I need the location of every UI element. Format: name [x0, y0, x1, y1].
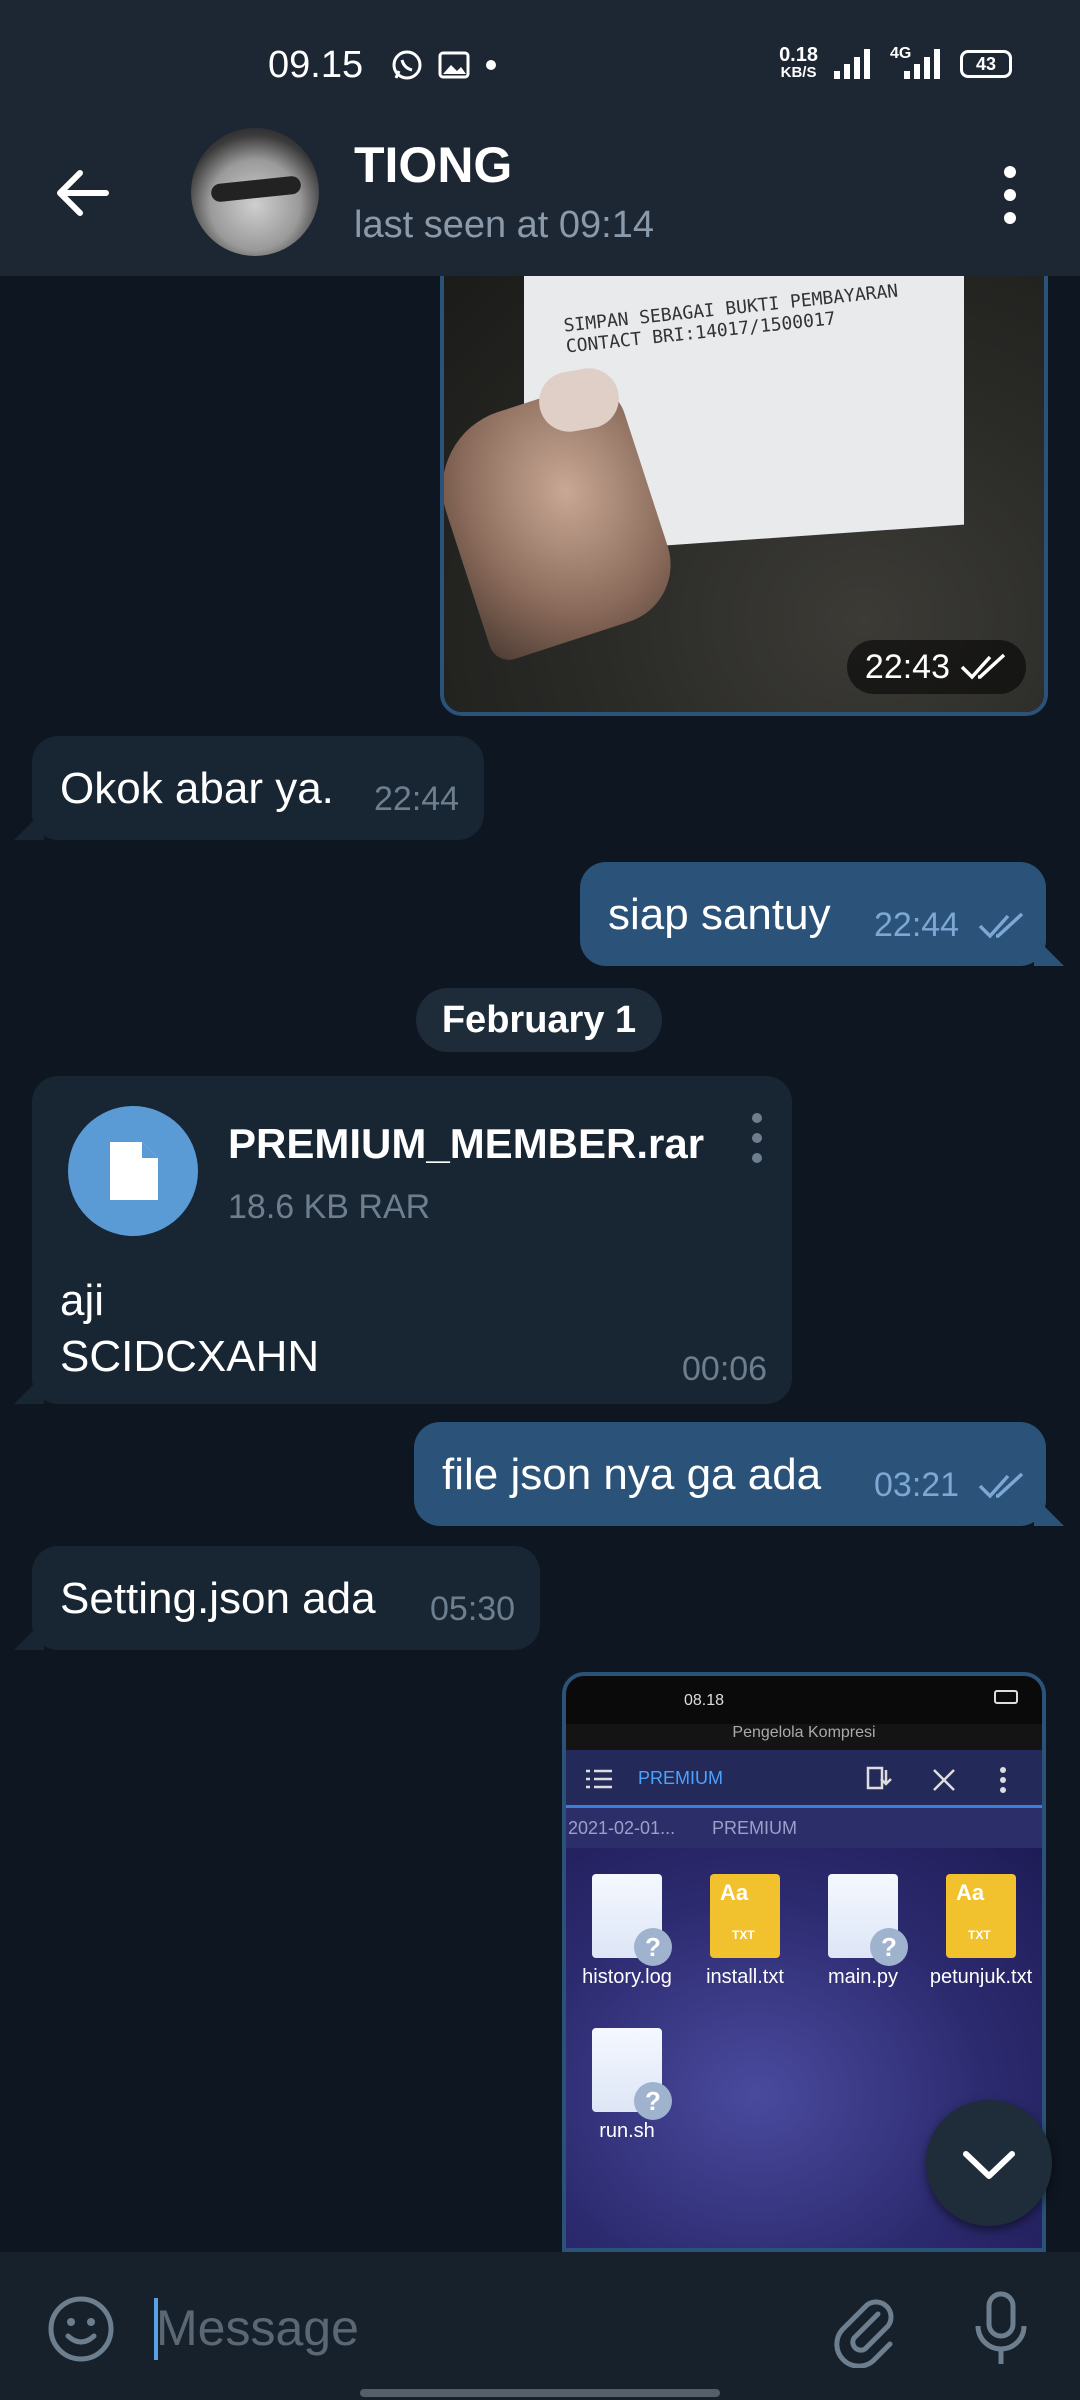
- message-input[interactable]: [156, 2288, 796, 2368]
- message-time: 03:21: [874, 1466, 960, 1504]
- photo-time-badge: 22:43: [846, 640, 1026, 694]
- close-icon: [933, 1769, 955, 1791]
- speed-unit: KB/S: [780, 64, 817, 81]
- message-bubble-outgoing[interactable]: file json nya ga ada 03:21: [414, 1422, 1046, 1526]
- back-arrow-icon[interactable]: [50, 160, 116, 226]
- message-time: 00:06: [682, 1350, 768, 1388]
- screenshot-breadcrumb: 2021-02-01... PREMIUM: [566, 1808, 1042, 1848]
- microphone-icon[interactable]: [966, 2288, 1036, 2368]
- contact-name[interactable]: TIONG: [354, 136, 512, 194]
- file-download-button[interactable]: [68, 1106, 198, 1236]
- message-list[interactable]: SIMPAN SEBAGAI BUKTI PEMBAYARAN CONTACT …: [0, 276, 1080, 2252]
- battery-level: 43: [975, 53, 997, 74]
- photo-message[interactable]: SIMPAN SEBAGAI BUKTI PEMBAYARAN CONTACT …: [440, 276, 1048, 716]
- attach-icon[interactable]: [826, 2292, 902, 2368]
- message-time: 22:44: [374, 780, 460, 818]
- screenshot-file-item: ? main.py: [804, 1874, 922, 1989]
- scroll-down-button[interactable]: [926, 2100, 1052, 2226]
- contact-last-seen: last seen at 09:14: [354, 204, 654, 246]
- chat-header: TIONG last seen at 09:14: [0, 108, 1080, 276]
- more-options-icon[interactable]: [980, 160, 1040, 230]
- screenshot-file-name: run.sh: [599, 2120, 655, 2142]
- message-time: 22:44: [874, 906, 960, 944]
- extract-icon: [866, 1766, 892, 1790]
- avatar[interactable]: [191, 128, 319, 256]
- message-bubble-incoming[interactable]: Setting.json ada 05:30: [32, 1546, 540, 1650]
- system-icons: 0.18 KB/S 4G 43: [779, 44, 1012, 82]
- unknown-file-icon: ?: [592, 1874, 672, 1966]
- date-separator: February 1: [416, 988, 662, 1052]
- telegram-chat-screen: 09.15 0.18 KB/S 4G 43 TIONG last seen at…: [0, 0, 1080, 2400]
- message-text: file json nya ga ada: [442, 1450, 822, 1499]
- screenshot-file-item: ? history.log: [568, 1874, 686, 1989]
- message-bubble-outgoing[interactable]: siap santuy 22:44: [580, 862, 1046, 966]
- double-check-icon: [960, 653, 1006, 680]
- text-cursor: [154, 2298, 158, 2360]
- list-icon: [586, 1769, 612, 1789]
- screenshot-file-name: install.txt: [706, 1966, 784, 1988]
- message-text: Setting.json ada: [60, 1574, 376, 1623]
- screenshot-time: 08.18: [684, 1692, 725, 1709]
- file-size: 18.6 KB RAR: [228, 1188, 431, 1226]
- double-check-icon: [978, 1472, 1024, 1499]
- status-bar: 09.15 0.18 KB/S 4G 43: [0, 0, 1080, 108]
- text-file-icon: Aa TXT: [946, 1874, 1016, 1958]
- status-time: 09.15: [268, 44, 364, 86]
- unknown-file-icon: ?: [592, 2028, 672, 2120]
- signal-4g-icon: 4G: [890, 45, 946, 81]
- chevron-down-icon: [963, 2151, 1015, 2179]
- date-label: February 1: [441, 998, 637, 1041]
- battery-icon: 43: [960, 50, 1012, 78]
- speed-value: 0.18: [779, 44, 818, 66]
- message-bubble-incoming[interactable]: Okok abar ya. 22:44: [32, 736, 484, 840]
- gallery-icon: [438, 51, 470, 79]
- home-indicator[interactable]: [360, 2389, 720, 2397]
- screenshot-file-item: Aa TXT install.txt: [686, 1874, 804, 1989]
- screenshot-toolbar: PREMIUM: [566, 1750, 1042, 1808]
- screenshot-folder-name: PREMIUM: [638, 1768, 723, 1788]
- double-check-icon: [978, 912, 1024, 939]
- whatsapp-icon: [392, 50, 422, 80]
- message-text: siap santuy: [608, 890, 831, 939]
- message-time: 05:30: [430, 1590, 516, 1628]
- unknown-file-icon: ?: [828, 1874, 908, 1966]
- screenshot-path-1: 2021-02-01...: [568, 1818, 676, 1838]
- file-name[interactable]: PREMIUM_MEMBER.rar: [228, 1120, 704, 1168]
- text-file-icon: Aa TXT: [710, 1874, 780, 1958]
- screenshot-path-2: PREMIUM: [712, 1818, 797, 1838]
- screenshot-title: Pengelola Kompresi: [732, 1724, 876, 1741]
- screenshot-file-item: Aa TXT petunjuk.txt: [922, 1874, 1040, 1989]
- file-icon: [110, 1142, 158, 1200]
- avatar-figure: [210, 175, 302, 203]
- file-caption-line-2: SCIDCXAHN: [60, 1332, 320, 1381]
- file-menu-icon[interactable]: [742, 1108, 772, 1168]
- dot-icon: [486, 60, 496, 70]
- signal-icon: [834, 49, 870, 79]
- photo-time: 22:43: [864, 647, 950, 686]
- network-speed: 0.18 KB/S: [779, 44, 818, 82]
- file-caption-line-1: aji: [60, 1276, 105, 1325]
- screenshot-file-name: main.py: [827, 1966, 899, 1988]
- screenshot-title-bar: Pengelola Kompresi: [566, 1724, 1042, 1750]
- more-icon: [1000, 1767, 1006, 1793]
- screenshot-file-item: ? run.sh: [568, 2028, 686, 2143]
- screenshot-status-bar: 08.18: [566, 1676, 1042, 1724]
- message-input-bar: [0, 2252, 1080, 2400]
- screenshot-file-name: history.log: [582, 1966, 672, 1988]
- message-text: Okok abar ya.: [60, 764, 334, 813]
- emoji-icon[interactable]: [46, 2294, 116, 2364]
- screenshot-file-name: petunjuk.txt: [929, 1966, 1033, 1988]
- notification-icons: [390, 48, 498, 82]
- screenshot-battery-icon: [994, 1690, 1018, 1704]
